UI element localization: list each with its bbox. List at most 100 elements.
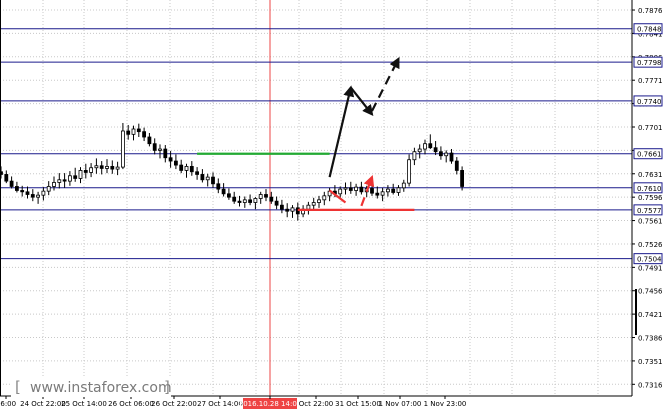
- y-tick-label: 0.7386: [638, 335, 663, 343]
- candle-body: [359, 186, 364, 193]
- candle-body: [142, 131, 147, 138]
- price-chart: 0.78760.78410.78060.77710.77360.77010.76…: [0, 0, 664, 411]
- candle-body: [36, 194, 40, 198]
- candle-body: [195, 171, 200, 175]
- candle-body: [460, 170, 465, 187]
- x-tick-label: 2016.10.28 14:00: [239, 400, 301, 408]
- level-price-label: 0.7798: [637, 59, 662, 67]
- candle-body: [428, 143, 433, 149]
- candle-body: [396, 187, 401, 193]
- y-tick-label: 0.7316: [638, 381, 663, 389]
- candle-body: [62, 179, 67, 182]
- candle-body: [14, 186, 19, 191]
- candle-body: [211, 176, 215, 185]
- candle-body: [126, 130, 131, 135]
- candle-body: [232, 196, 237, 202]
- candle-body: [449, 152, 454, 162]
- y-tick-label: 0.7596: [638, 194, 663, 202]
- candle-body: [444, 152, 449, 157]
- y-tick-label: 0.7701: [638, 124, 663, 132]
- candle-body: [83, 170, 88, 173]
- level-price-label: 0.7661: [637, 151, 662, 159]
- candle-body: [99, 165, 104, 169]
- y-tick-label: 0.7876: [638, 7, 663, 15]
- candle-body: [121, 130, 125, 168]
- candle-body: [401, 182, 406, 189]
- y-tick-label: 0.7351: [638, 358, 663, 366]
- candle-body: [41, 190, 46, 196]
- candle-body: [412, 151, 417, 161]
- x-tick-label: 27 Oct 14:00: [197, 400, 243, 408]
- level-price-label: 0.7577: [637, 207, 662, 215]
- candle-body: [285, 208, 290, 212]
- x-tick-label: 06:00: [0, 400, 16, 408]
- x-tick-label: 26 Oct 06:00: [108, 400, 154, 408]
- candle-body: [131, 128, 136, 135]
- candle-body: [253, 198, 258, 203]
- candle-body: [423, 143, 427, 150]
- x-tick-label: 26 Oct 22:00: [151, 400, 197, 408]
- x-tick-label: 1 Nov 23:00: [424, 400, 467, 408]
- candle-body: [311, 202, 316, 206]
- candle-body: [370, 188, 374, 194]
- candle-body: [248, 199, 253, 203]
- candle-body: [152, 143, 157, 151]
- y-tick-label: 0.7456: [638, 288, 663, 296]
- candle-body: [433, 147, 438, 153]
- candle-body: [179, 164, 184, 171]
- candle-body: [438, 151, 443, 157]
- candle-body: [242, 199, 247, 203]
- candle-body: [78, 170, 83, 179]
- watermark-bracket-right: ]: [164, 378, 170, 396]
- candle-body: [147, 136, 152, 145]
- candle-body: [46, 186, 51, 192]
- level-price-label: 0.7610: [637, 185, 662, 193]
- candle-body: [454, 160, 459, 171]
- watermark-text: www.instaforex.com: [30, 380, 172, 396]
- x-tick-label: Oct 22:00: [299, 400, 334, 408]
- candle-body: [4, 174, 9, 182]
- candle-body: [258, 194, 263, 199]
- candle-body: [380, 191, 385, 196]
- candle-body: [221, 188, 226, 195]
- plot-area: [0, 0, 632, 396]
- candle-body: [9, 180, 14, 187]
- watermark-bracket-left: [: [15, 378, 21, 396]
- y-tick-label: 0.7631: [638, 171, 663, 179]
- candle-body: [200, 174, 205, 181]
- x-tick-label: 24 Oct 22:00: [20, 400, 66, 408]
- y-tick-label: 0.7526: [638, 241, 663, 249]
- candle-body: [216, 183, 221, 190]
- candle-body: [417, 148, 422, 153]
- x-tick-label: 25 Oct 14:00: [61, 400, 107, 408]
- candle-body: [68, 175, 72, 182]
- candle-body: [110, 166, 115, 170]
- candle-body: [317, 199, 321, 203]
- watermark: [ www.instaforex.com ]: [11, 376, 172, 397]
- candle-body: [136, 128, 141, 133]
- candle-body: [163, 148, 168, 159]
- chart-svg: 0.78760.78410.78060.77710.77360.77010.76…: [0, 0, 664, 409]
- candle-body: [52, 182, 56, 187]
- candle-body: [354, 186, 359, 191]
- candle-body: [269, 196, 274, 202]
- level-price-label: 0.7504: [637, 256, 662, 264]
- candle-body: [168, 157, 173, 162]
- y-tick-label: 0.7491: [638, 264, 663, 272]
- y-tick-label: 0.7561: [638, 218, 663, 226]
- candle-body: [57, 179, 62, 183]
- candle-body: [407, 159, 412, 184]
- x-tick-label: 1 Nov 07:00: [379, 400, 422, 408]
- y-tick-label: 0.7421: [638, 311, 663, 319]
- candle-body: [338, 188, 343, 195]
- candle-body: [226, 193, 231, 198]
- candle-body: [391, 188, 396, 193]
- candle-body: [73, 175, 78, 179]
- candle-body: [205, 176, 210, 181]
- candle-body: [322, 195, 327, 201]
- candle-body: [343, 187, 348, 190]
- level-price-label: 0.7740: [637, 98, 662, 106]
- candle-body: [30, 194, 35, 198]
- x-tick-label: 31 Oct 15:00: [335, 400, 381, 408]
- candle-body: [89, 167, 93, 173]
